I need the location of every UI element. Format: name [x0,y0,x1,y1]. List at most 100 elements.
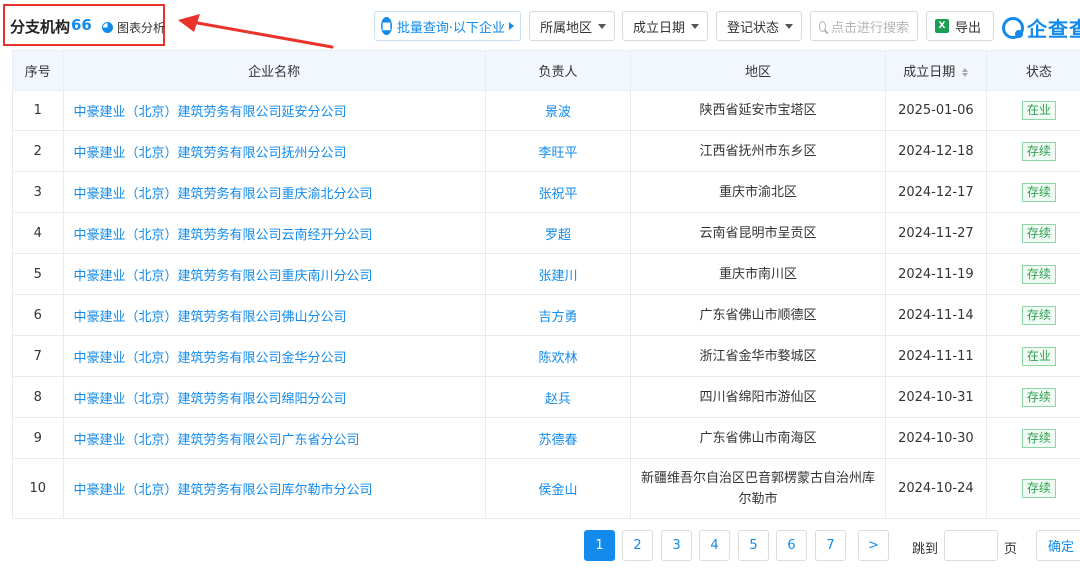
row-index: 2 [12,130,64,172]
region-cell: 江西省抚州市东乡区 [630,130,886,172]
status-badge: 存续 [1021,141,1056,161]
col-company-name: 企业名称 [62,50,486,91]
person-link[interactable]: 苏德春 [484,417,632,459]
region-cell: 四川省绵阳市游仙区 [630,376,886,418]
page-button-7[interactable]: 7 [815,530,846,561]
region-filter-dropdown[interactable]: 所属地区 [529,11,615,41]
status-cell: 存续 [985,253,1080,295]
logo-mark-icon [1002,16,1024,39]
table-row: 3 中豪建业（北京）建筑劳务有限公司重庆渝北分公司 张祝平 重庆市渝北区 2024-12… [12,171,1080,213]
established-date-cell: 2024-10-24 [884,458,987,519]
page-button-6[interactable]: 6 [776,530,807,561]
region-cell: 广东省佛山市南海区 [630,417,886,459]
chevron-right-icon [509,22,514,30]
company-name-link[interactable]: 中豪建业（北京）建筑劳务有限公司佛山分公司 [62,294,486,336]
status-badge: 在业 [1021,346,1056,366]
established-date-cell: 2025-01-06 [884,90,987,131]
header: 分支机构 66 图表分析 ■ 批量查询·以下企业 所属地区 成立日期 登记状态 … [0,0,1080,50]
col-established-date[interactable]: 成立日期 [884,50,987,91]
person-link[interactable]: 李旺平 [484,130,632,172]
search-icon [819,20,826,32]
person-link[interactable]: 侯金山 [484,458,632,519]
export-button[interactable]: X 导出 [926,11,994,41]
table-row: 8 中豪建业（北京）建筑劳务有限公司绵阳分公司 赵兵 四川省绵阳市游仙区 2024-10… [12,376,1080,418]
row-index: 3 [12,171,64,213]
batch-query-icon: ■ [381,17,392,35]
company-name-link[interactable]: 中豪建业（北京）建筑劳务有限公司金华分公司 [62,335,486,377]
person-link[interactable]: 赵兵 [484,376,632,418]
page-button-4[interactable]: 4 [699,530,730,561]
export-label: 导出 [955,20,982,36]
company-name-link[interactable]: 中豪建业（北京）建筑劳务有限公司重庆渝北分公司 [62,171,486,213]
person-link[interactable]: 张建川 [484,253,632,295]
table-row: 9 中豪建业（北京）建筑劳务有限公司广东省分公司 苏德春 广东省佛山市南海区 2024-… [12,417,1080,459]
region-cell: 广东省佛山市顺德区 [630,294,886,336]
status-cell: 存续 [985,458,1080,519]
status-badge: 存续 [1021,223,1056,243]
table-row: 2 中豪建业（北京）建筑劳务有限公司抚州分公司 李旺平 江西省抚州市东乡区 2024-1… [12,130,1080,172]
company-name-link[interactable]: 中豪建业（北京）建筑劳务有限公司延安分公司 [62,90,486,131]
status-filter-dropdown[interactable]: 登记状态 [716,11,802,41]
person-link[interactable]: 张祝平 [484,171,632,213]
chevron-down-icon [691,23,700,29]
chart-analysis-link[interactable]: 图表分析 [102,19,165,36]
page-button-3[interactable]: 3 [661,530,692,561]
date-filter-dropdown[interactable]: 成立日期 [622,11,708,41]
excel-icon: X [935,19,949,33]
established-date-cell: 2024-11-19 [884,253,987,295]
next-page-button[interactable]: > [858,530,889,561]
batch-query-button[interactable]: ■ 批量查询·以下企业 [374,11,521,41]
jump-page-input[interactable] [944,530,998,561]
established-date-cell: 2024-11-11 [884,335,987,377]
company-name-link[interactable]: 中豪建业（北京）建筑劳务有限公司绵阳分公司 [62,376,486,418]
table-row: 10 中豪建业（北京）建筑劳务有限公司库尔勒市分公司 侯金山 新疆维吾尔自治区巴音郭楞… [12,458,1080,519]
company-name-link[interactable]: 中豪建业（北京）建筑劳务有限公司云南经开分公司 [62,212,486,254]
pie-chart-icon [102,22,113,33]
status-cell: 存续 [985,294,1080,336]
company-name-link[interactable]: 中豪建业（北京）建筑劳务有限公司重庆南川分公司 [62,253,486,295]
col-status: 状态 [985,50,1080,91]
region-cell: 重庆市渝北区 [630,171,886,213]
table-row: 5 中豪建业（北京）建筑劳务有限公司重庆南川分公司 张建川 重庆市南川区 2024-11… [12,253,1080,295]
confirm-jump-button[interactable]: 确定 [1036,530,1080,561]
company-name-link[interactable]: 中豪建业（北京）建筑劳务有限公司抚州分公司 [62,130,486,172]
table-row: 4 中豪建业（北京）建筑劳务有限公司云南经开分公司 罗超 云南省昆明市呈贡区 2024-… [12,212,1080,254]
row-index: 8 [12,376,64,418]
red-arrow-annotation [178,14,334,49]
status-badge: 存续 [1021,305,1056,325]
row-index: 1 [12,90,64,131]
person-link[interactable]: 罗超 [484,212,632,254]
col-region: 地区 [630,50,886,91]
company-name-link[interactable]: 中豪建业（北京）建筑劳务有限公司库尔勒市分公司 [62,458,486,519]
company-name-link[interactable]: 中豪建业（北京）建筑劳务有限公司广东省分公司 [62,417,486,459]
sort-icon[interactable] [962,68,969,77]
table-header-row: 序号 企业名称 负责人 地区 成立日期 状态 [12,50,1080,91]
col-index: 序号 [12,50,64,91]
chevron-down-icon [785,23,794,29]
row-index: 4 [12,212,64,254]
col-person: 负责人 [484,50,632,91]
person-link[interactable]: 景波 [484,90,632,131]
page-button-1[interactable]: 1 [584,530,615,561]
row-index: 10 [12,458,64,519]
person-link[interactable]: 吉方勇 [484,294,632,336]
established-date-cell: 2024-10-30 [884,417,987,459]
pagination: 1 2 3 4 5 6 7 > 跳到 页 确定 [0,530,1080,562]
page-button-5[interactable]: 5 [738,530,769,561]
jump-to-label: 跳到 [912,542,939,557]
page-button-2[interactable]: 2 [622,530,653,561]
table-row: 7 中豪建业（北京）建筑劳务有限公司金华分公司 陈欢林 浙江省金华市婺城区 2024-1… [12,335,1080,377]
region-filter-label: 所属地区 [540,20,593,36]
status-badge: 在业 [1021,101,1056,120]
page-unit-label: 页 [1004,542,1018,557]
row-index: 7 [12,335,64,377]
status-badge: 存续 [1021,479,1056,498]
search-input[interactable]: 点击进行搜索 [810,11,918,41]
qichacha-logo: 企查查 [1002,13,1080,42]
branch-count: 66 [71,16,92,34]
region-cell: 新疆维吾尔自治区巴音郭楞蒙古自治州库尔勒市 [630,458,886,519]
date-filter-label: 成立日期 [633,20,686,36]
region-cell: 浙江省金华市婺城区 [630,335,886,377]
status-badge: 存续 [1021,428,1056,448]
person-link[interactable]: 陈欢林 [484,335,632,377]
